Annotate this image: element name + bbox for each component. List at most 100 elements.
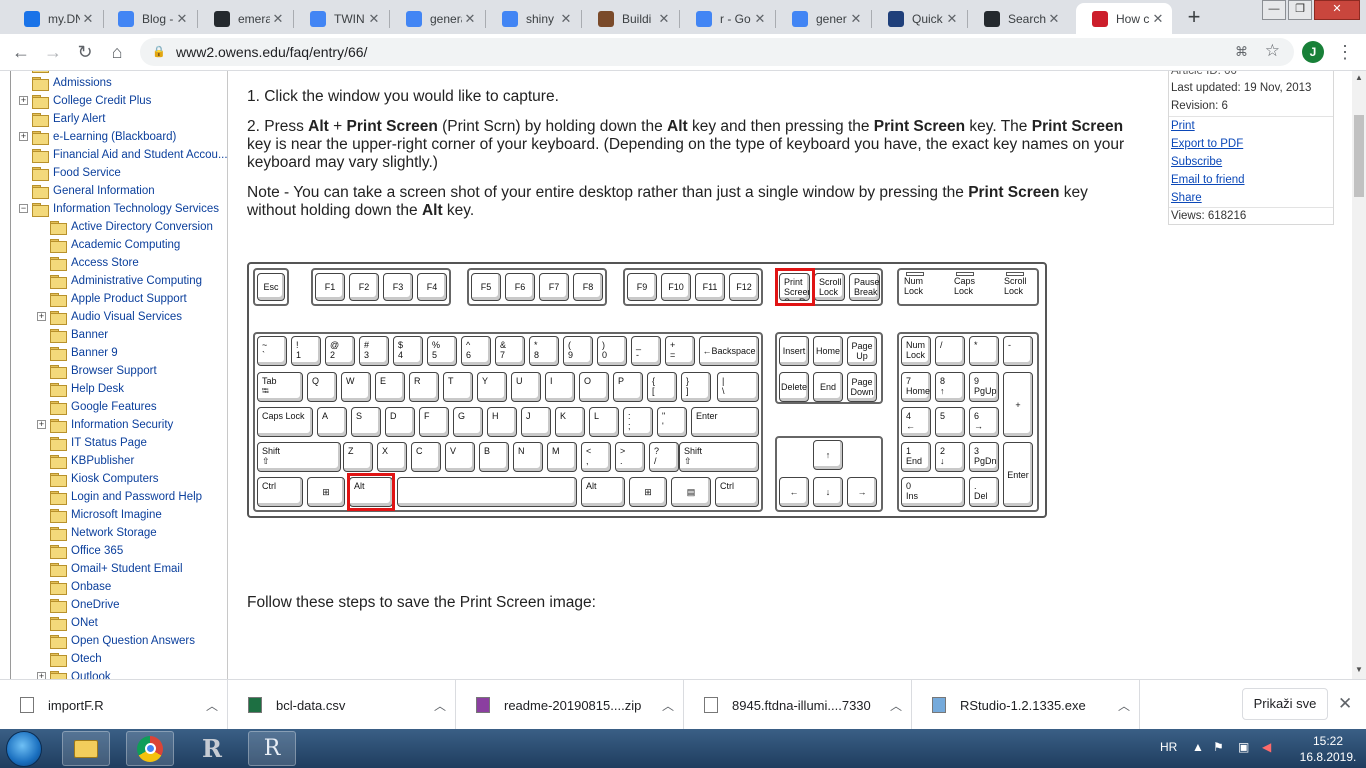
tree-item-label[interactable]: e-Learning (Blackboard): [53, 131, 176, 143]
download-filename[interactable]: readme-20190815....zip: [504, 698, 653, 713]
expand-icon[interactable]: +: [19, 96, 28, 105]
tree-item[interactable]: Office 365: [50, 542, 123, 560]
tree-item-label[interactable]: Outlook: [71, 671, 111, 679]
show-all-downloads-button[interactable]: Prikaži sve: [1242, 688, 1328, 720]
tree-item[interactable]: Admissions: [32, 74, 112, 92]
tree-item[interactable]: College Credit Plus: [32, 92, 151, 110]
close-tab-icon[interactable]: ✕: [558, 11, 574, 27]
tree-item-label[interactable]: OneDrive: [71, 599, 120, 611]
translate-icon[interactable]: ⌘: [1235, 44, 1248, 60]
tab-0[interactable]: my.DN ✕: [8, 3, 102, 34]
tree-item-label[interactable]: Google Features: [71, 401, 157, 413]
expand-icon[interactable]: +: [19, 132, 28, 141]
address-bar[interactable]: 🔒 www2.owens.edu/faq/entry/66/ ⌘ ☆: [140, 38, 1294, 66]
tree-item-label[interactable]: Administrative Computing: [71, 275, 202, 287]
chevron-up-icon[interactable]: ︿: [1109, 697, 1139, 714]
url-text[interactable]: www2.owens.edu/faq/entry/66/: [176, 44, 367, 60]
tree-item[interactable]: Administrative Computing: [50, 272, 202, 290]
close-tab-icon[interactable]: ✕: [270, 11, 286, 27]
tree-item[interactable]: Active Directory Conversion: [50, 218, 213, 236]
tree-item-label[interactable]: Banner 9: [71, 347, 118, 359]
tree-item-label[interactable]: Onbase: [71, 581, 111, 593]
tree-item[interactable]: Academic Computing: [50, 236, 180, 254]
tree-item[interactable]: OneDrive: [50, 596, 120, 614]
download-filename[interactable]: bcl-data.csv: [276, 698, 425, 713]
tab-3[interactable]: TWIN ✕: [294, 3, 388, 34]
tree-item-label[interactable]: Early Alert: [53, 113, 105, 125]
tree-item[interactable]: Network Storage: [50, 524, 157, 542]
tree-item[interactable]: Google Features: [50, 398, 157, 416]
tab-11[interactable]: How c ✕: [1076, 3, 1172, 34]
close-tab-icon[interactable]: ✕: [752, 11, 768, 27]
tree-item[interactable]: Banner: [50, 326, 108, 344]
tree-item-label[interactable]: Banner: [71, 329, 108, 341]
tree-item[interactable]: Financial Aid and Student Accou...: [32, 146, 227, 164]
scroll-thumb[interactable]: [1354, 115, 1364, 197]
tree-item[interactable]: Access Store: [50, 254, 139, 272]
tree-item-label[interactable]: Kiosk Computers: [71, 473, 159, 485]
collapse-icon[interactable]: −: [19, 204, 28, 213]
tray-expand-icon[interactable]: ▲: [1192, 740, 1204, 754]
r-gui-icon[interactable]: R: [188, 731, 236, 766]
tree-item-label[interactable]: Information Security: [71, 419, 173, 431]
tree-item-label[interactable]: Information Technology Services: [53, 203, 219, 215]
tree-item-label[interactable]: Admissions: [53, 77, 112, 89]
tree-item-label[interactable]: ONet: [71, 617, 98, 629]
close-tab-icon[interactable]: ✕: [848, 11, 864, 27]
subscribe-link[interactable]: Subscribe: [1171, 155, 1222, 169]
tree-item[interactable]: ONet: [50, 614, 98, 632]
tree-item[interactable]: Omail+ Student Email: [50, 560, 183, 578]
volume-muted-icon[interactable]: ◀: [1262, 740, 1271, 754]
email-friend-link[interactable]: Email to friend: [1171, 173, 1245, 187]
tree-item[interactable]: Help Desk: [50, 380, 124, 398]
start-button[interactable]: [6, 731, 42, 767]
close-window-button[interactable]: ✕: [1314, 0, 1360, 20]
page-scrollbar[interactable]: ▲ ▼: [1352, 71, 1366, 679]
profile-avatar[interactable]: J: [1302, 41, 1324, 63]
tab-4[interactable]: genera✕: [390, 3, 484, 34]
download-item[interactable]: readme-20190815....zip ︿: [456, 680, 684, 730]
close-tab-icon[interactable]: ✕: [80, 11, 96, 27]
reload-icon[interactable]: ↻: [72, 39, 98, 65]
share-link[interactable]: Share: [1171, 191, 1202, 205]
print-link[interactable]: Print: [1171, 119, 1195, 133]
tree-item-label[interactable]: KBPublisher: [71, 455, 134, 467]
tree-item-label[interactable]: Active Directory Conversion: [71, 221, 213, 233]
export-pdf-link[interactable]: Export to PDF: [1171, 137, 1243, 151]
tree-item[interactable]: Onbase: [50, 578, 111, 596]
tree-item-label[interactable]: Office 365: [71, 545, 123, 557]
tree-item-label[interactable]: Login and Password Help: [71, 491, 202, 503]
tree-item[interactable]: Food Service: [32, 164, 121, 182]
new-tab-button[interactable]: +: [1180, 4, 1208, 32]
clock-time[interactable]: 15:22: [1298, 734, 1358, 748]
tab-10[interactable]: Search ✕: [968, 3, 1068, 34]
network-icon[interactable]: ▣: [1238, 740, 1249, 754]
tree-item[interactable]: IT Status Page: [50, 434, 147, 452]
chrome-icon[interactable]: [126, 731, 174, 766]
close-tab-icon[interactable]: ✕: [1150, 11, 1166, 27]
download-item[interactable]: bcl-data.csv ︿: [228, 680, 456, 730]
browser-menu-icon[interactable]: ⋮: [1336, 40, 1354, 64]
tree-item-label[interactable]: Open Question Answers: [71, 635, 195, 647]
bookmark-star-icon[interactable]: ☆: [1265, 41, 1280, 61]
tree-item[interactable]: e-Learning (Blackboard): [32, 128, 176, 146]
tree-item[interactable]: KBPublisher: [50, 452, 134, 470]
tree-item[interactable]: Information Technology Services: [32, 200, 219, 218]
tree-item-label[interactable]: Microsoft Imagine: [71, 509, 162, 521]
back-arrow-icon[interactable]: ←: [8, 39, 34, 65]
tab-5[interactable]: shiny ✕: [486, 3, 580, 34]
forward-arrow-icon[interactable]: →: [40, 39, 66, 65]
download-filename[interactable]: RStudio-1.2.1335.exe: [960, 698, 1109, 713]
tree-item-label[interactable]: General Information: [53, 185, 155, 197]
tree-item[interactable]: Apple Product Support: [50, 290, 187, 308]
tab-2[interactable]: emera ✕: [198, 3, 292, 34]
chevron-up-icon[interactable]: ︿: [653, 697, 683, 714]
expand-icon[interactable]: +: [37, 420, 46, 429]
tree-item[interactable]: Outlook: [50, 668, 111, 679]
tree-item-label[interactable]: Help Desk: [71, 383, 124, 395]
minimize-button[interactable]: —: [1262, 0, 1286, 20]
expand-icon[interactable]: +: [37, 672, 46, 679]
close-tab-icon[interactable]: ✕: [944, 11, 960, 27]
download-item[interactable]: 8945.ftdna-illumi....7330 ︿: [684, 680, 912, 730]
tree-item[interactable]: Information Security: [50, 416, 173, 434]
